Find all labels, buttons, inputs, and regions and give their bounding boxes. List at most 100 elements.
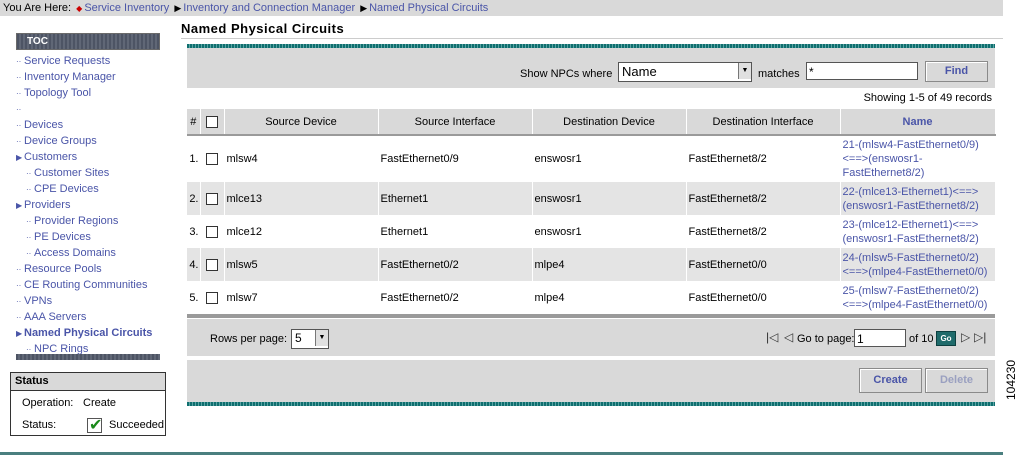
title-divider <box>181 38 1003 39</box>
dots-bullet-icon: ·· <box>26 249 32 258</box>
dots-bullet-icon: ·· <box>16 297 22 306</box>
matches-label: matches <box>758 68 800 80</box>
toc-item[interactable]: ·· Service Requests <box>16 53 160 69</box>
filter-field-value: Name <box>622 64 657 79</box>
breadcrumb-item-service-inventory[interactable]: Service Inventory <box>84 2 169 14</box>
next-page-icon[interactable]: ▷ <box>961 330 970 344</box>
show-npcs-label: Show NPCs where <box>520 68 613 80</box>
col-header-num: # <box>187 109 201 136</box>
expand-arrow-icon: ▶ <box>16 153 23 162</box>
dots-bullet-icon: ·· <box>16 137 22 146</box>
delete-button[interactable]: Delete <box>925 368 988 393</box>
toc-item[interactable]: ·· Provider Regions <box>16 213 160 229</box>
row-checkbox[interactable] <box>200 182 225 215</box>
row-checkbox[interactable] <box>200 281 225 314</box>
breadcrumb-bullet-icon: ◆ <box>76 4 83 13</box>
source-interface-cell: Ethernet1 <box>378 182 533 215</box>
first-page-icon[interactable]: |◁ <box>766 330 778 344</box>
dots-bullet-icon: ·· <box>26 169 32 178</box>
toc-item[interactable]: ·· Access Domains <box>16 245 160 261</box>
toc-item[interactable]: ·· <box>16 101 160 117</box>
npc-name-link[interactable]: 21-(mlsw4-FastEthernet0/9) <==>(enswosr1-… <box>840 135 996 182</box>
toc-item[interactable]: ▶ Customers <box>16 149 160 165</box>
npc-name-line[interactable]: 24-(mlsw5-FastEthernet0/2) <box>843 251 993 265</box>
toc-list: ·· Service Requests ·· Inventory Manager ·· T… <box>16 50 160 357</box>
toc-item-label: Access Domains <box>34 247 116 259</box>
npc-name-line[interactable]: 22-(mlce13-Ethernet1)<==> <box>843 185 993 199</box>
prev-page-icon[interactable]: ◁ <box>784 330 793 344</box>
rows-per-page-value: 5 <box>295 331 302 345</box>
filter-bar: Show NPCs where Name ▼ matches * Find <box>187 48 995 88</box>
rows-per-page-select[interactable]: 5 ▼ <box>291 329 329 349</box>
npc-name-line[interactable]: (enswosr1-FastEthernet8/2) <box>843 199 993 213</box>
filter-field-select[interactable]: Name ▼ <box>618 62 752 82</box>
col-header-destination-device[interactable]: Destination Device <box>532 109 687 136</box>
npc-name-line[interactable]: FastEthernet8/2) <box>843 166 993 180</box>
toc-item[interactable]: ▶ Providers <box>16 197 160 213</box>
toc-item-label: VPNs <box>24 295 53 307</box>
toc-item[interactable]: ·· CPE Devices <box>16 181 160 197</box>
npc-panel: Show NPCs where Name ▼ matches * Find Sh… <box>187 44 996 410</box>
table-row[interactable]: 2. mlce13 Ethernet1 enswosr1 FastEthernet8/2… <box>187 182 996 215</box>
status-box: Status Operation: Create Status: Succeed… <box>10 372 166 436</box>
toc-item[interactable]: ·· Device Groups <box>16 133 160 149</box>
chevron-down-icon[interactable]: ▼ <box>738 63 751 79</box>
row-checkbox[interactable] <box>200 215 225 248</box>
npc-name-line[interactable]: <==>(mlpe4-FastEthernet0/0) <box>843 265 993 279</box>
create-button[interactable]: Create <box>859 368 922 393</box>
rows-per-page-label: Rows per page: <box>210 333 288 345</box>
npc-name-line[interactable]: (enswosr1-FastEthernet8/2) <box>843 232 993 246</box>
npc-name-line[interactable]: <==>(enswosr1- <box>843 152 993 166</box>
col-header-source-interface[interactable]: Source Interface <box>378 109 533 136</box>
npc-name-link[interactable]: 23-(mlce12-Ethernet1)<==> (enswosr1-FastE… <box>840 215 996 248</box>
source-interface-cell: FastEthernet0/2 <box>378 248 533 281</box>
toc-item[interactable]: ·· Topology Tool <box>16 85 160 101</box>
select-all-checkbox[interactable] <box>200 109 225 136</box>
npc-table: # Source Device Source Interface Destina… <box>187 109 996 314</box>
breadcrumb-item-icm[interactable]: Inventory and Connection Manager <box>183 2 355 14</box>
figure-id: 104230 <box>1004 359 1018 400</box>
match-input[interactable]: * <box>806 62 918 80</box>
table-row[interactable]: 4. mlsw5 FastEthernet0/2 mlpe4 FastEthernet0… <box>187 248 996 281</box>
go-button[interactable]: Go <box>936 331 956 346</box>
toc-item[interactable]: ·· PE Devices <box>16 229 160 245</box>
row-checkbox[interactable] <box>200 135 225 182</box>
row-checkbox[interactable] <box>200 248 225 281</box>
dots-bullet-icon: ·· <box>16 57 22 66</box>
table-row[interactable]: 5. mlsw7 FastEthernet0/2 mlpe4 FastEthernet0… <box>187 281 996 314</box>
col-header-name[interactable]: Name <box>840 109 996 136</box>
toc-item-label: Topology Tool <box>24 87 92 99</box>
toc-item[interactable]: ·· AAA Servers <box>16 309 160 325</box>
toc-item[interactable]: ·· Inventory Manager <box>16 69 160 85</box>
expand-arrow-icon: ▶ <box>16 329 23 338</box>
npc-name-line[interactable]: 21-(mlsw4-FastEthernet0/9) <box>843 138 993 152</box>
table-row[interactable]: 3. mlce12 Ethernet1 enswosr1 FastEthernet8/2… <box>187 215 996 248</box>
toc-item-label: Resource Pools <box>24 263 102 275</box>
npc-name-link[interactable]: 24-(mlsw5-FastEthernet0/2) <==>(mlpe4-Fas… <box>840 248 996 281</box>
page-number-input[interactable]: 1 <box>854 329 906 347</box>
toc-item[interactable]: ·· CE Routing Communities <box>16 277 160 293</box>
dots-bullet-icon: ·· <box>26 185 32 194</box>
table-row[interactable]: 1. mlsw4 FastEthernet0/9 enswosr1 FastEthern… <box>187 135 996 182</box>
col-header-destination-interface[interactable]: Destination Interface <box>686 109 841 136</box>
toc-item[interactable]: ·· Resource Pools <box>16 261 160 277</box>
status-title: Status <box>11 373 165 391</box>
toc-item[interactable]: ·· Devices <box>16 117 160 133</box>
toc-item[interactable]: ·· VPNs <box>16 293 160 309</box>
col-header-source-device[interactable]: Source Device <box>224 109 379 136</box>
chevron-down-icon[interactable]: ▼ <box>315 330 328 346</box>
source-interface-cell: Ethernet1 <box>378 215 533 248</box>
toc-item[interactable]: ▶ Named Physical Circuits <box>16 325 160 341</box>
expand-arrow-icon: ▶ <box>16 201 23 210</box>
npc-name-line[interactable]: <==>(mlpe4-FastEthernet0/0) <box>843 298 993 312</box>
toc-item[interactable]: ·· Customer Sites <box>16 165 160 181</box>
npc-name-line[interactable]: 23-(mlce12-Ethernet1)<==> <box>843 218 993 232</box>
npc-name-link[interactable]: 22-(mlce13-Ethernet1)<==> (enswosr1-FastE… <box>840 182 996 215</box>
breadcrumb-item-npc[interactable]: Named Physical Circuits <box>369 2 488 14</box>
npc-name-link[interactable]: 25-(mlsw7-FastEthernet0/2) <==>(mlpe4-Fas… <box>840 281 996 314</box>
npc-name-line[interactable]: 25-(mlsw7-FastEthernet0/2) <box>843 284 993 298</box>
find-button[interactable]: Find <box>925 61 988 82</box>
last-page-icon[interactable]: ▷| <box>974 330 986 344</box>
source-device-cell: mlsw4 <box>224 135 379 182</box>
toc-item-label: PE Devices <box>34 231 91 243</box>
